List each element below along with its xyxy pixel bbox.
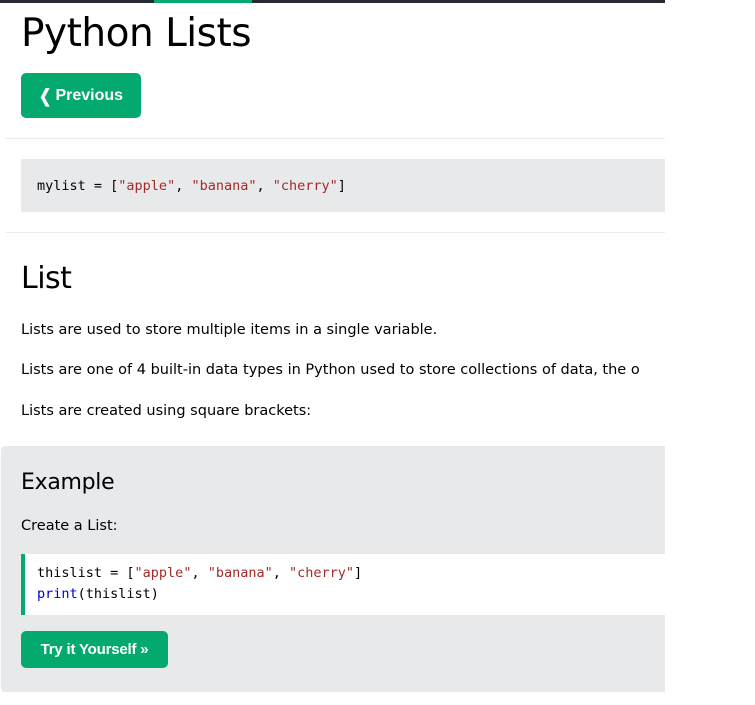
active-tab-indicator	[154, 0, 252, 3]
paragraph: Lists are used to store multiple items i…	[21, 322, 438, 338]
previous-button[interactable]: ❮ Previous	[21, 73, 141, 118]
code-bracket: ]	[337, 177, 346, 194]
code-snippet: mylist = ["apple", "banana", "cherry"]	[21, 159, 665, 212]
code-separator: ,	[175, 177, 192, 194]
paragraph: Lists are one of 4 built-in data types i…	[21, 362, 640, 378]
section-title: List	[21, 261, 72, 296]
divider	[5, 138, 665, 139]
example-title: Example	[21, 470, 115, 495]
code-string: "apple"	[118, 177, 176, 194]
example-subtitle: Create a List:	[21, 518, 118, 534]
top-navigation-bar	[0, 0, 665, 3]
code-operator: = [	[102, 565, 135, 581]
code-string: "apple"	[134, 565, 192, 581]
divider	[5, 232, 665, 233]
paragraph: Lists are created using square brackets:	[21, 403, 312, 419]
code-keyword: print	[37, 586, 78, 602]
code-bracket: ]	[354, 565, 363, 581]
page-title: Python Lists	[21, 11, 252, 56]
code-string: "banana"	[207, 565, 273, 581]
code-variable: thislist	[37, 565, 103, 581]
code-separator: ,	[191, 565, 208, 581]
code-string: "cherry"	[272, 177, 338, 194]
code-operator: = [	[85, 177, 119, 194]
example-code: thislist = ["apple", "banana", "cherry"]…	[21, 554, 665, 615]
previous-button-label: Previous	[55, 86, 124, 104]
code-string: "cherry"	[289, 565, 355, 581]
code-arguments: (thislist)	[77, 586, 159, 602]
code-variable: mylist	[37, 177, 86, 194]
code-separator: ,	[256, 177, 273, 194]
chevron-left-icon: ❮	[38, 85, 52, 107]
code-string: "banana"	[191, 177, 257, 194]
code-separator: ,	[272, 565, 290, 581]
try-it-yourself-button[interactable]: Try it Yourself »	[21, 631, 168, 668]
